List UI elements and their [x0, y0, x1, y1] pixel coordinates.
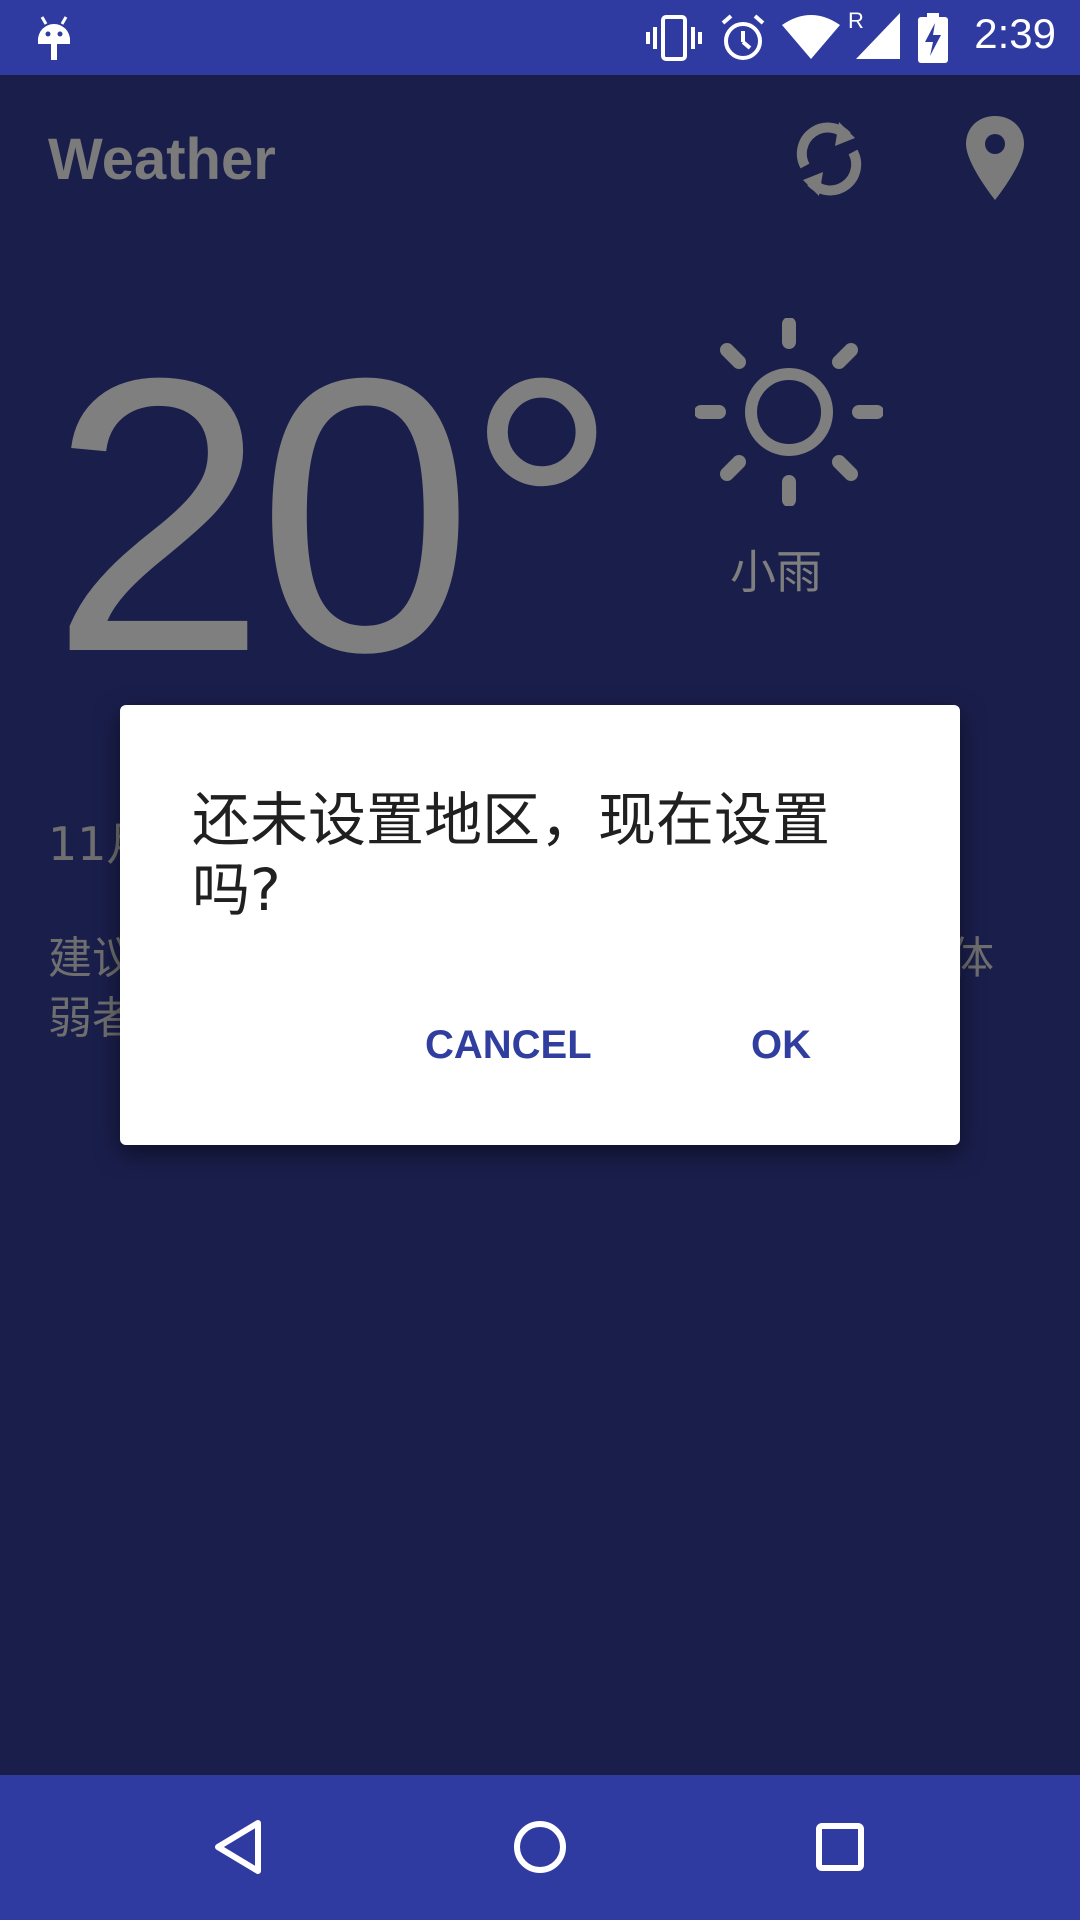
- alarm-icon: [721, 14, 765, 60]
- signal-icon: [856, 13, 900, 59]
- recents-icon: [816, 1823, 864, 1871]
- weather-condition: 小雨: [730, 545, 822, 599]
- dialog-message: 还未设置地区，现在设置吗?: [192, 786, 831, 924]
- sun-icon: [695, 318, 883, 506]
- confirm-dialog: 还未设置地区，现在设置吗? CANCEL OK: [120, 705, 960, 1145]
- back-icon: [215, 1820, 261, 1874]
- vibrate-icon: [646, 15, 702, 61]
- refresh-icon[interactable]: [791, 114, 867, 204]
- wifi-icon: [782, 15, 840, 59]
- status-time: 2:39: [974, 10, 1056, 57]
- recents-button[interactable]: [740, 1775, 940, 1920]
- navigation-bar: [0, 1775, 1080, 1920]
- app-title: Weather: [48, 127, 276, 192]
- location-pin-icon[interactable]: [966, 116, 1024, 200]
- android-icon: [38, 16, 70, 60]
- temperature: 20°: [50, 297, 620, 733]
- ok-button[interactable]: OK: [731, 1005, 831, 1085]
- status-bar: R 2:39: [0, 0, 1080, 75]
- battery-charging-icon: [918, 13, 948, 63]
- screen: R 2:39 Weather 20° 小雨 11月 建议 弱者 体 还未设置地区…: [0, 0, 1080, 1920]
- cancel-button[interactable]: CANCEL: [405, 1005, 612, 1085]
- home-icon: [514, 1821, 566, 1873]
- back-button[interactable]: [140, 1775, 340, 1920]
- home-button[interactable]: [440, 1775, 640, 1920]
